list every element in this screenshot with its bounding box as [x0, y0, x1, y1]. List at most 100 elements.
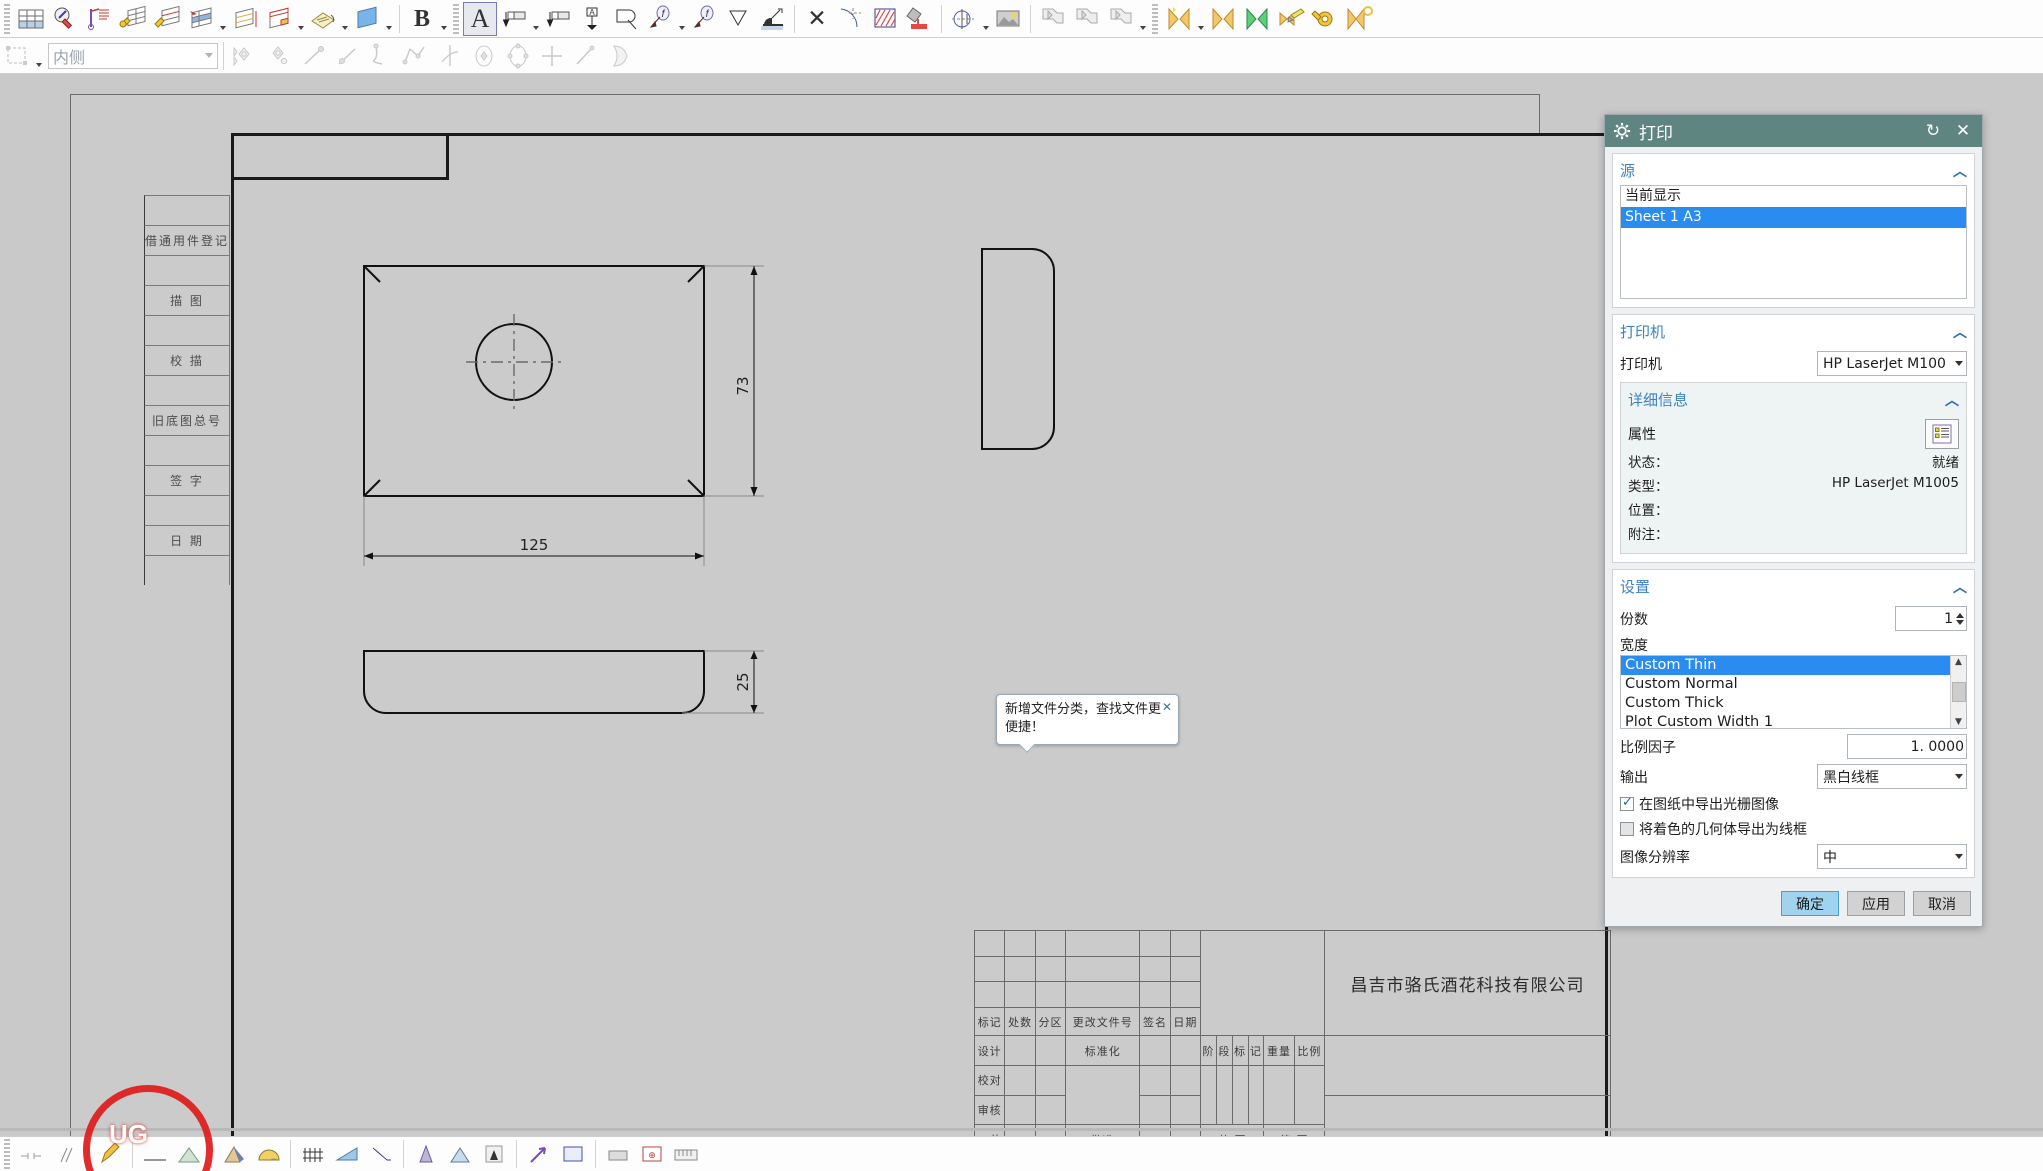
ellipse-icon[interactable] [501, 39, 535, 73]
scroll-down-icon[interactable]: ▼ [1955, 716, 1962, 728]
annotation-note-icon[interactable] [82, 2, 116, 36]
axis-icon[interactable] [433, 39, 467, 73]
surface-finish-icon[interactable]: A [575, 2, 609, 36]
table-fill-icon[interactable] [350, 2, 384, 36]
front-view-drawing[interactable]: 25 [344, 636, 904, 776]
point-set-icon[interactable] [229, 39, 263, 73]
pencil-edit-icon[interactable] [93, 1137, 127, 1171]
symmetry-icon[interactable] [14, 1137, 48, 1171]
chevron-down-icon[interactable] [677, 2, 687, 36]
diagonal-line-icon[interactable] [569, 39, 603, 73]
width-listbox[interactable]: Custom Thin Custom Normal Custom Thick P… [1620, 655, 1967, 729]
chevron-down-icon[interactable] [34, 39, 44, 73]
chevron-down-icon[interactable] [384, 2, 394, 36]
line-icon[interactable] [297, 39, 331, 73]
datum-target-icon[interactable] [721, 2, 755, 36]
source-listbox[interactable]: 当前显示 Sheet 1 A3 [1620, 185, 1967, 299]
dialog-titlebar[interactable]: 打印 ↻ ✕ [1605, 115, 1982, 147]
width-option-plot-custom-width-1[interactable]: Plot Custom Width 1 [1621, 713, 1966, 728]
cone-2-icon[interactable] [409, 1137, 443, 1171]
bold-text-icon[interactable]: B [405, 2, 439, 36]
top-view-drawing[interactable]: 73 125 [344, 246, 904, 626]
table-row-insert-icon[interactable] [184, 2, 218, 36]
cone-icon[interactable] [217, 1137, 251, 1171]
face-icon[interactable] [172, 1137, 206, 1171]
datum-feature-icon[interactable]: f [643, 2, 677, 36]
pyramid-icon[interactable] [477, 1137, 511, 1171]
table-column-size-icon[interactable] [228, 2, 262, 36]
chevron-down-icon[interactable] [218, 2, 228, 36]
width-option-custom-normal[interactable]: Custom Normal [1621, 675, 1966, 694]
copies-input[interactable]: 1 [1895, 606, 1967, 631]
print-dialog[interactable]: 打印 ↻ ✕ 源 ︿ 当前显示 Sheet 1 A3 打印机 ︿ 打印机 HP … [1604, 114, 1983, 927]
apply-button[interactable]: 应用 [1847, 891, 1905, 916]
source-item-sheet1[interactable]: Sheet 1 A3 [1621, 206, 1966, 228]
chevron-down-icon[interactable] [1138, 2, 1148, 36]
note-tag-icon[interactable] [306, 2, 340, 36]
cross-point-icon[interactable] [535, 39, 569, 73]
surface-texture-icon[interactable] [755, 2, 789, 36]
dimension-chain-icon[interactable] [1342, 2, 1376, 36]
balloon-label-icon[interactable] [497, 2, 531, 36]
side-view-drawing[interactable] [974, 244, 1094, 484]
section-hatch-icon[interactable] [868, 2, 902, 36]
vector-icon[interactable] [522, 1137, 556, 1171]
printer-group-header[interactable]: 打印机 ︿ [1620, 319, 1967, 346]
selection-rect-icon[interactable] [0, 39, 34, 73]
ok-button[interactable]: 确定 [1781, 891, 1839, 916]
dimension-settings-icon[interactable] [1308, 2, 1342, 36]
export-raster-row[interactable]: 在图纸中导出光栅图像 [1620, 794, 1967, 814]
view-break-3-icon[interactable] [1104, 2, 1138, 36]
reset-icon[interactable]: ↻ [1922, 121, 1944, 141]
line-2-icon[interactable] [331, 39, 365, 73]
ellipse-center-icon[interactable] [467, 39, 501, 73]
dimension-linear-icon[interactable] [1162, 2, 1196, 36]
chevron-down-icon[interactable] [981, 2, 991, 36]
chevron-up-icon[interactable]: ︿ [1953, 577, 1967, 597]
parallel-icon[interactable] [48, 1137, 82, 1171]
grid-icon[interactable] [296, 1137, 330, 1171]
chevron-down-icon[interactable] [1196, 2, 1206, 36]
fill-area-icon[interactable] [902, 2, 936, 36]
chevron-down-icon[interactable] [531, 2, 541, 36]
notification-tooltip[interactable]: ✕ 新增文件分类，查找文件更便捷！ [996, 694, 1179, 746]
view-break-2-icon[interactable] [1070, 2, 1104, 36]
toolbar-grip[interactable] [4, 3, 10, 34]
rect-icon[interactable] [556, 1137, 590, 1171]
toolbar-grip[interactable] [1152, 3, 1158, 34]
settings-group-header[interactable]: 设置 ︿ [1620, 574, 1967, 601]
spline-icon[interactable] [365, 39, 399, 73]
toolbar-grip[interactable] [453, 3, 459, 34]
shaded-to-wireframe-row[interactable]: 将着色的几何体导出为线框 [1620, 819, 1967, 839]
dimension-auto-icon[interactable] [1206, 2, 1240, 36]
source-item-current-display[interactable]: 当前显示 [1621, 186, 1966, 207]
table-icon[interactable] [14, 2, 48, 36]
chevron-down-icon[interactable] [439, 2, 449, 36]
baseline-icon[interactable] [138, 1137, 172, 1171]
shaded-to-wireframe-checkbox[interactable] [1620, 822, 1634, 836]
sheet-surface-icon[interactable] [603, 39, 637, 73]
cancel-button[interactable]: 取消 [1913, 891, 1971, 916]
plane-icon[interactable] [330, 1137, 364, 1171]
width-option-custom-thin[interactable]: Custom Thin [1621, 656, 1966, 676]
view-break-icon[interactable] [1036, 2, 1070, 36]
crosshair-center-icon[interactable] [947, 2, 981, 36]
source-group-header[interactable]: 源 ︿ [1620, 158, 1967, 185]
edit-table-settings-icon[interactable] [116, 2, 150, 36]
chevron-up-icon[interactable]: ︿ [1953, 161, 1967, 181]
centerline-cross-icon[interactable]: ✕ [800, 2, 834, 36]
chevron-up-icon[interactable]: ︿ [1945, 390, 1959, 410]
width-list-scrollbar[interactable]: ▲ ▼ [1950, 656, 1966, 728]
scale-input[interactable]: 1. 0000 [1847, 734, 1967, 759]
note-text-icon[interactable]: A [463, 1, 497, 36]
toolbar-grip[interactable] [4, 1139, 10, 1169]
close-icon[interactable]: ✕ [1952, 121, 1974, 141]
table-cell-merge-icon[interactable] [262, 2, 296, 36]
table-style-icon[interactable] [150, 2, 184, 36]
angle-icon[interactable] [364, 1137, 398, 1171]
center-mark-arc-icon[interactable] [834, 2, 868, 36]
details-group-header[interactable]: 详细信息 ︿ [1628, 387, 1959, 414]
scroll-up-icon[interactable]: ▲ [1955, 656, 1962, 668]
title-block[interactable]: 昌吉市骆氏酒花科技有限公司 标记 处数 分区 更改文件号 签名 日期 设计 标准… [973, 929, 1611, 1156]
scrollbar-thumb[interactable] [1951, 682, 1966, 702]
